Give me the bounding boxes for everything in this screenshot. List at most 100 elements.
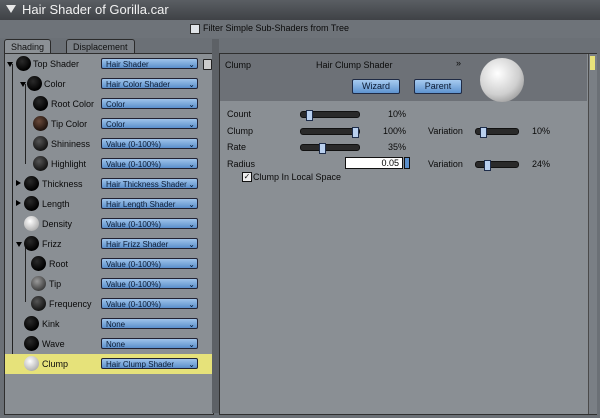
- shader-dropdown[interactable]: Value (0-100%) ⌄: [101, 258, 198, 269]
- tree-row-tip[interactable]: Tip Value (0-100%) ⌄: [5, 274, 213, 294]
- chevron-down-icon[interactable]: »: [456, 58, 461, 68]
- count-slider[interactable]: [300, 110, 360, 121]
- tree-row-highlight[interactable]: Highlight Value (0-100%) ⌄: [5, 154, 213, 174]
- shader-preview-icon: [31, 256, 46, 271]
- chevron-down-icon: ⌄: [188, 120, 195, 129]
- shader-dropdown[interactable]: Hair Frizz Shader ⌄: [101, 238, 198, 249]
- tree-row-clump[interactable]: Clump Hair Clump Shader ⌄: [5, 354, 213, 374]
- shader-type-label: Hair Clump Shader: [316, 60, 393, 70]
- chevron-down-icon: ⌄: [188, 360, 195, 369]
- tree-row-label: Top Shader: [33, 59, 80, 69]
- tree-row-frequency[interactable]: Frequency Value (0-100%) ⌄: [5, 294, 213, 314]
- shader-dropdown[interactable]: Hair Color Shader ⌄: [101, 78, 198, 89]
- shader-preview-icon: [31, 276, 46, 291]
- properties-scrollbar[interactable]: [588, 54, 597, 414]
- tree-row-color[interactable]: Color Hair Color Shader ⌄: [5, 74, 213, 94]
- expand-triangle-icon[interactable]: [16, 180, 21, 186]
- tree-row-root-color[interactable]: Root Color Color ⌄: [5, 94, 213, 114]
- tree-row-tip-color[interactable]: Tip Color Color ⌄: [5, 114, 213, 134]
- expand-triangle-icon[interactable]: [20, 82, 26, 87]
- tree-row-thickness[interactable]: Thickness Hair Thickness Shader ⌄: [5, 174, 213, 194]
- shader-preview-icon: [31, 296, 46, 311]
- tree-row-label: Thickness: [42, 179, 83, 189]
- rate-slider[interactable]: [300, 143, 360, 154]
- radius-label: Radius: [227, 159, 256, 169]
- shader-dropdown[interactable]: Hair Length Shader ⌄: [101, 198, 198, 209]
- panel-splitter[interactable]: [212, 39, 219, 413]
- shader-dropdown[interactable]: Value (0-100%) ⌄: [101, 298, 198, 309]
- expand-triangle-icon[interactable]: [7, 62, 13, 67]
- shader-preview-icon: [33, 96, 48, 111]
- clump-slider[interactable]: [300, 127, 360, 138]
- slider-knob[interactable]: [318, 143, 326, 154]
- filter-label: Filter Simple Sub-Shaders from Tree: [203, 23, 350, 33]
- shader-preview-icon: [24, 176, 39, 191]
- tree-row-label: Frequency: [49, 299, 92, 309]
- shader-dropdown[interactable]: Value (0-100%) ⌄: [101, 218, 198, 229]
- collapse-triangle-icon[interactable]: [6, 5, 16, 13]
- tree-row-density[interactable]: Density Value (0-100%) ⌄: [5, 214, 213, 234]
- properties-title: Clump: [225, 60, 252, 70]
- clump-variation-label: Variation: [428, 126, 463, 136]
- shader-dropdown[interactable]: Hair Shader ⌄: [101, 58, 198, 69]
- shader-preview-icon: [27, 76, 42, 91]
- shader-dropdown[interactable]: Value (0-100%) ⌄: [101, 278, 198, 289]
- slider-knob[interactable]: [484, 160, 492, 171]
- tree-row-shininess[interactable]: Shininess Value (0-100%) ⌄: [5, 134, 213, 154]
- radius-input[interactable]: 0.05: [345, 157, 403, 169]
- shader-dropdown[interactable]: Value (0-100%) ⌄: [101, 158, 198, 169]
- tree-row-kink[interactable]: Kink None ⌄: [5, 314, 213, 334]
- local-space-label: Clump In Local Space: [253, 172, 342, 182]
- clump-variation-slider[interactable]: [475, 127, 519, 138]
- scrollbar-thumb[interactable]: [590, 56, 595, 70]
- tree-row-label: Root: [49, 259, 69, 269]
- slider-knob[interactable]: [352, 127, 359, 138]
- chevron-down-icon: ⌄: [188, 220, 195, 229]
- clump-value: 100%: [382, 126, 406, 136]
- shader-properties-panel: Clump Hair Clump Shader » Wizard Parent …: [219, 53, 597, 415]
- tree-row-label: Shininess: [51, 139, 91, 149]
- radius-variation-slider[interactable]: [475, 160, 519, 171]
- chevron-down-icon: ⌄: [188, 160, 195, 169]
- expand-triangle-icon[interactable]: [16, 242, 22, 247]
- shader-preview-icon: [24, 236, 39, 251]
- chevron-down-icon: ⌄: [188, 240, 195, 249]
- tree-row-label: Clump: [42, 359, 69, 369]
- trash-icon[interactable]: [203, 59, 212, 70]
- slider-knob[interactable]: [479, 127, 487, 138]
- count-label: Count: [227, 109, 252, 119]
- slider-knob[interactable]: [306, 110, 314, 121]
- chevron-down-icon: ⌄: [188, 300, 195, 309]
- shader-dropdown[interactable]: Value (0-100%) ⌄: [101, 138, 198, 149]
- shader-dropdown[interactable]: Hair Clump Shader ⌄: [101, 358, 198, 369]
- shader-preview-icon: [24, 336, 39, 351]
- shader-preview-icon: [16, 56, 31, 71]
- tree-row-top-shader[interactable]: Top Shader Hair Shader ⌄: [5, 54, 213, 74]
- radius-stepper[interactable]: [404, 157, 410, 169]
- shader-dropdown[interactable]: Hair Thickness Shader ⌄: [101, 178, 198, 189]
- tree-row-frizz[interactable]: Frizz Hair Frizz Shader ⌄: [5, 234, 213, 254]
- wizard-button[interactable]: Wizard: [352, 79, 400, 94]
- chevron-down-icon: ⌄: [188, 60, 195, 69]
- filter-checkbox[interactable]: [190, 24, 200, 34]
- tree-row-label: Color: [44, 79, 66, 89]
- tree-row-root[interactable]: Root Value (0-100%) ⌄: [5, 254, 213, 274]
- shader-dropdown[interactable]: Color ⌄: [101, 98, 198, 109]
- chevron-down-icon: ⌄: [188, 180, 195, 189]
- tree-row-label: Tip: [49, 279, 62, 289]
- local-space-checkbox[interactable]: ✓: [242, 172, 252, 182]
- tree-row-length[interactable]: Length Hair Length Shader ⌄: [5, 194, 213, 214]
- window-title: Hair Shader of Gorilla.car: [22, 2, 169, 17]
- tree-row-wave[interactable]: Wave None ⌄: [5, 334, 213, 354]
- shader-preview-icon: [33, 156, 48, 171]
- chevron-down-icon: ⌄: [188, 100, 195, 109]
- expand-triangle-icon[interactable]: [16, 200, 21, 206]
- tree-row-label: Frizz: [42, 239, 62, 249]
- tree-row-label: Density: [42, 219, 73, 229]
- tab-shading[interactable]: Shading: [4, 39, 52, 54]
- tab-displacement[interactable]: Displacement: [66, 39, 135, 54]
- parent-button[interactable]: Parent: [414, 79, 462, 94]
- shader-dropdown[interactable]: Color ⌄: [101, 118, 198, 129]
- shader-dropdown[interactable]: None ⌄: [101, 338, 198, 349]
- shader-dropdown[interactable]: None ⌄: [101, 318, 198, 329]
